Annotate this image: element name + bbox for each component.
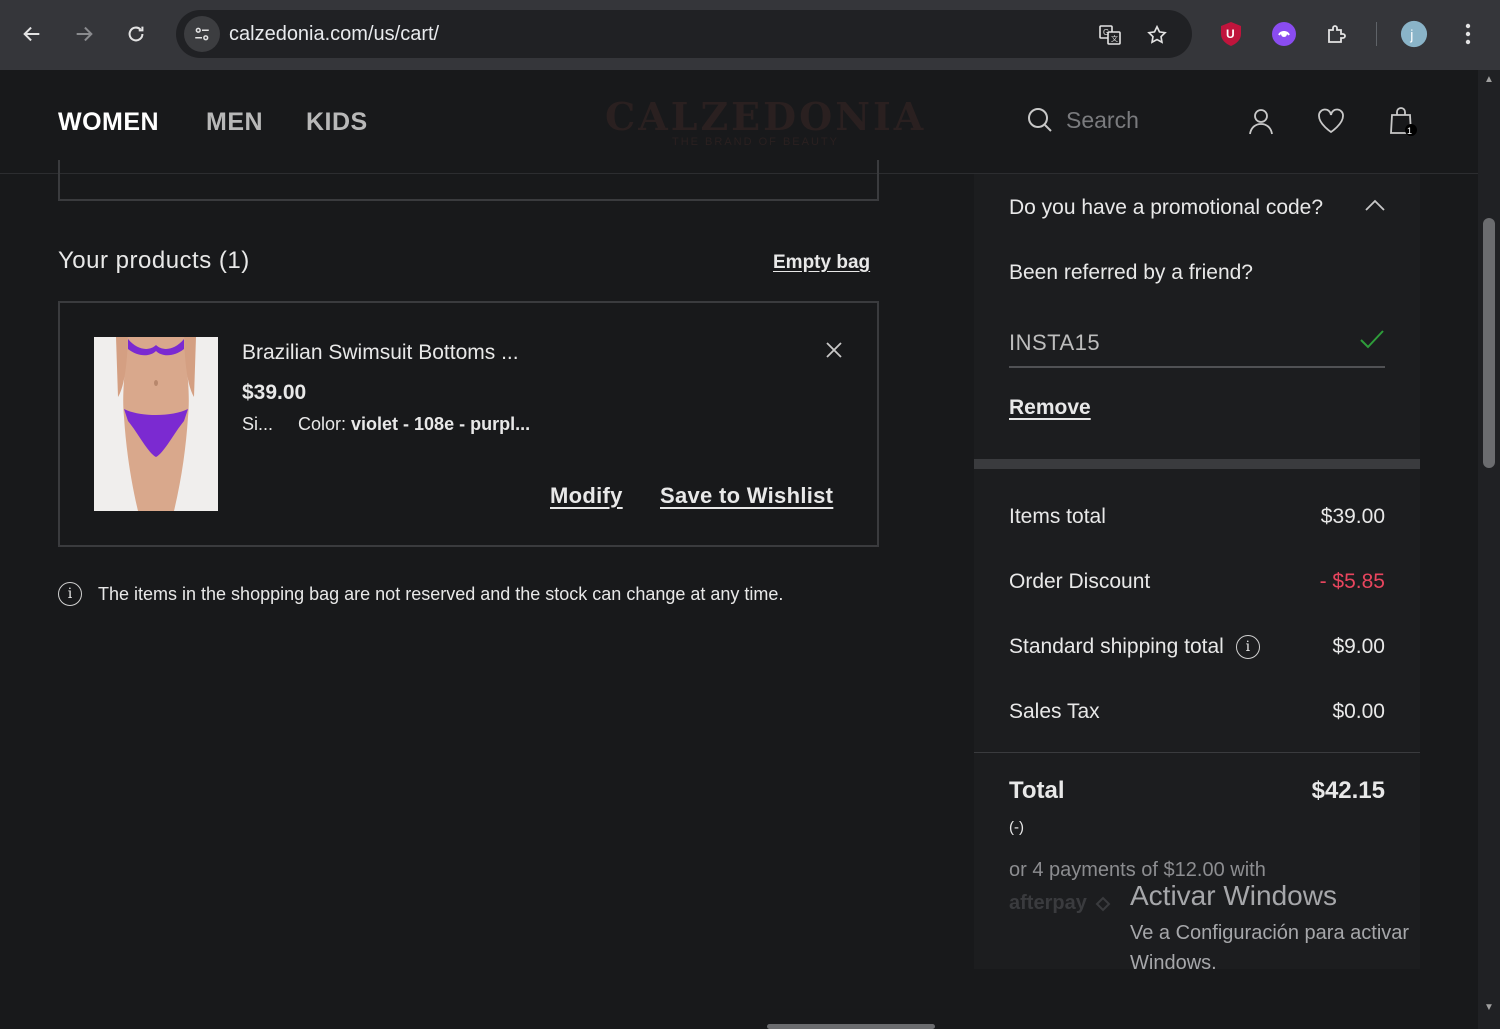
scroll-up-arrow-icon[interactable]: ▲	[1483, 74, 1495, 85]
extensions-puzzle-icon[interactable]	[1323, 20, 1351, 48]
chevron-up-icon[interactable]	[1364, 192, 1386, 218]
svg-text:U: U	[1226, 27, 1235, 41]
product-color: Color: violet - 108e - purpl...	[298, 414, 530, 435]
shipping-info-icon[interactable]: i	[1235, 635, 1260, 659]
nav-men[interactable]: MEN	[206, 108, 263, 137]
site-header: WOMEN MEN KIDS CALZEDONIA THE BRAND OF B…	[0, 70, 1478, 174]
search-placeholder: Search	[1066, 106, 1139, 133]
brand-tagline: THE BRAND OF BEAUTY	[672, 136, 839, 148]
bag-count-badge: 1	[1407, 126, 1413, 136]
windows-activation-watermark: Activar Windows Ve a Configuración para …	[1130, 880, 1409, 978]
watermark-line2: Windows.	[1130, 952, 1217, 974]
forward-button[interactable]	[64, 14, 104, 54]
installments-text: or 4 payments of $12.00 with	[1009, 859, 1266, 881]
discount-value: - $5.85	[1319, 570, 1385, 593]
scroll-thumb[interactable]	[1483, 218, 1495, 468]
forward-arrow-icon	[76, 26, 93, 42]
afterpay-logo[interactable]: afterpay	[1009, 892, 1115, 915]
afterpay-arrows-icon	[1095, 896, 1111, 911]
tax-value: $0.00	[1332, 700, 1385, 723]
svg-text:j: j	[1409, 27, 1413, 43]
promo-code-toggle[interactable]: Do you have a promotional code?	[1009, 196, 1323, 220]
total-value: $42.15	[1311, 777, 1385, 804]
scroll-down-arrow-icon[interactable]: ▼	[1483, 1002, 1495, 1013]
items-total-value: $39.00	[1320, 505, 1385, 528]
section-separator	[974, 459, 1420, 469]
save-to-wishlist-button[interactable]: Save to Wishlist	[660, 483, 833, 509]
address-bar[interactable]: calzedonia.com/us/cart/ G文	[176, 10, 1192, 58]
previous-section-box	[58, 160, 879, 201]
svg-text:文: 文	[1111, 34, 1118, 43]
extension-purple-icon[interactable]	[1270, 20, 1298, 48]
translate-icon[interactable]: G文	[1097, 22, 1123, 48]
wishlist-heart-icon[interactable]	[1316, 106, 1346, 136]
nav-kids[interactable]: KIDS	[306, 108, 368, 137]
referred-friend-link[interactable]: Been referred by a friend?	[1009, 261, 1253, 285]
check-icon	[1359, 326, 1385, 357]
discount-row: Order Discount - $5.85	[1009, 570, 1385, 594]
items-total-label: Items total	[1009, 505, 1106, 528]
watermark-title: Activar Windows	[1130, 880, 1337, 911]
promo-code-value: INSTA15	[1009, 330, 1101, 355]
search-box[interactable]: Search	[1026, 106, 1139, 134]
browser-toolbar: calzedonia.com/us/cart/ G文 U j	[0, 0, 1500, 70]
toolbar-divider	[1376, 22, 1377, 46]
svg-text:G: G	[1103, 28, 1109, 37]
shopping-bag-icon[interactable]: 1	[1388, 106, 1418, 136]
tax-label: Sales Tax	[1009, 700, 1100, 723]
product-name[interactable]: Brazilian Swimsuit Bottoms ...	[242, 341, 519, 365]
promo-panel: Do you have a promotional code? Been ref…	[974, 174, 1420, 459]
account-icon[interactable]	[1246, 106, 1276, 136]
brand-logo[interactable]: CALZEDONIA	[605, 94, 926, 139]
info-icon: i	[58, 582, 82, 606]
reload-icon	[128, 26, 144, 42]
products-heading: Your products (1)	[58, 247, 250, 274]
remove-code-button[interactable]: Remove	[1009, 396, 1091, 420]
shipping-label: Standard shipping total	[1009, 635, 1224, 658]
back-arrow-icon	[23, 26, 40, 42]
total-row: Total $42.15	[1009, 777, 1385, 805]
cart-item: Brazilian Swimsuit Bottoms ... $39.00 Si…	[58, 301, 879, 547]
search-icon	[1028, 108, 1052, 132]
stock-notice: i The items in the shopping bag are not …	[58, 582, 783, 606]
menu-kebab-icon[interactable]	[1454, 20, 1482, 48]
nav-women[interactable]: WOMEN	[58, 108, 159, 137]
modify-button[interactable]: Modify	[550, 483, 623, 509]
product-image[interactable]	[94, 337, 218, 511]
color-value: violet - 108e - purpl...	[351, 414, 531, 434]
ublock-extension-icon[interactable]: U	[1217, 20, 1245, 48]
shipping-label-group: Standard shipping total i	[1009, 635, 1260, 659]
promo-code-field[interactable]: INSTA15	[1009, 320, 1385, 368]
url-text[interactable]: calzedonia.com/us/cart/	[229, 23, 439, 46]
notice-text: The items in the shopping bag are not re…	[98, 583, 784, 604]
total-label: Total	[1009, 777, 1065, 804]
summary-divider	[974, 752, 1420, 753]
vertical-scrollbar[interactable]: ▲ ▼	[1478, 70, 1500, 1029]
shipping-row: Standard shipping total i $9.00	[1009, 635, 1385, 659]
horizontal-scroll-thumb[interactable]	[767, 1024, 935, 1029]
empty-bag-link[interactable]: Empty bag	[773, 252, 870, 274]
reload-button[interactable]	[116, 14, 156, 54]
product-price: $39.00	[242, 381, 307, 404]
tax-row: Sales Tax $0.00	[1009, 700, 1385, 724]
bookmark-star-icon[interactable]	[1144, 22, 1170, 48]
site-info-icon[interactable]	[184, 16, 220, 52]
remove-item-close-icon[interactable]	[824, 339, 844, 367]
total-subtext: (-)	[1009, 819, 1024, 836]
items-total-row: Items total $39.00	[1009, 505, 1385, 529]
product-size: Si...	[242, 414, 274, 434]
afterpay-text: afterpay	[1009, 892, 1087, 914]
back-button[interactable]	[12, 14, 52, 54]
watermark-line1: Ve a Configuración para activar	[1130, 922, 1410, 944]
discount-label: Order Discount	[1009, 570, 1151, 593]
profile-avatar[interactable]: j	[1400, 20, 1428, 48]
color-label: Color:	[298, 414, 347, 434]
shipping-value: $9.00	[1332, 635, 1385, 658]
